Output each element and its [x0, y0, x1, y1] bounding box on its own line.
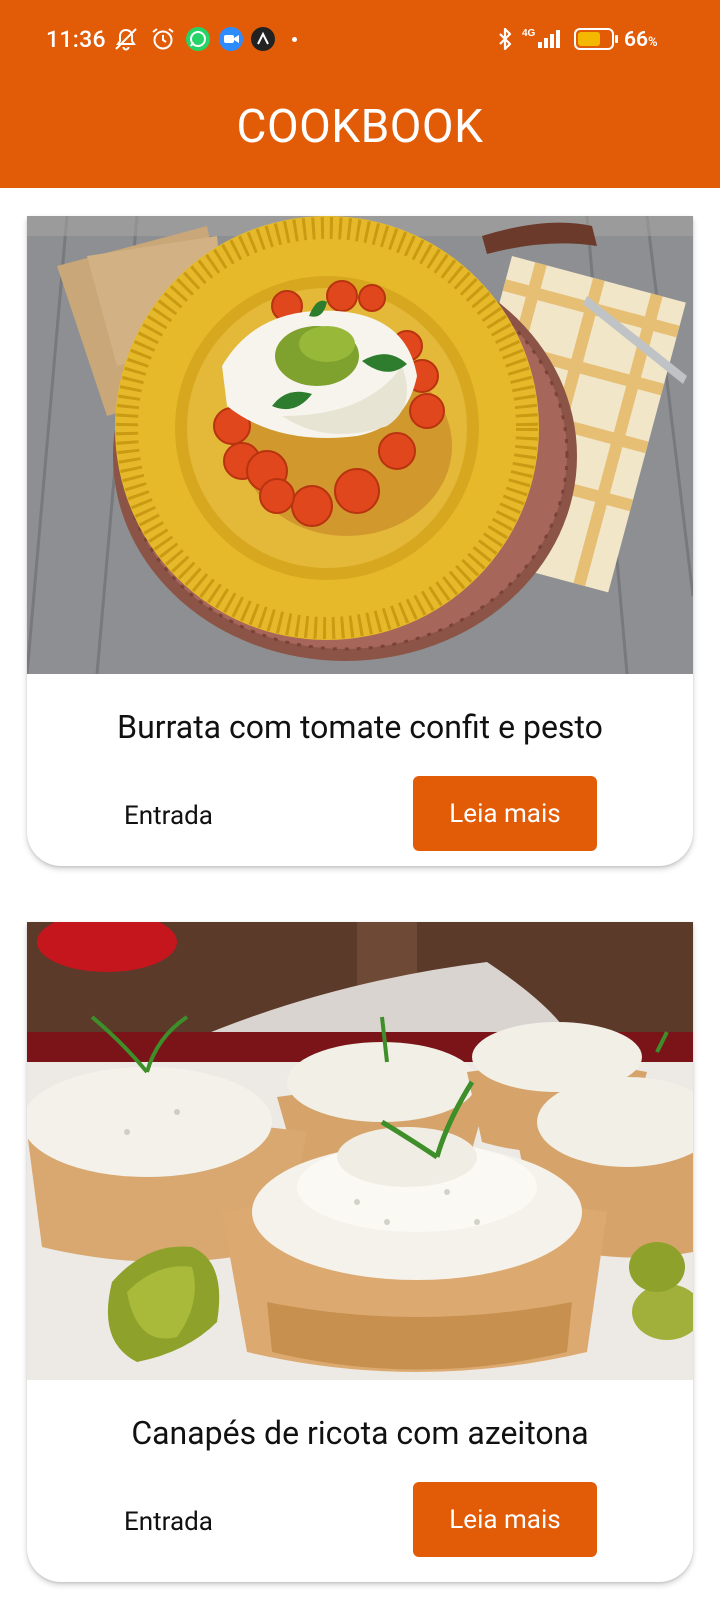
recipe-category: Entrada — [124, 1507, 213, 1537]
app-bar: COOKBOOK — [0, 80, 720, 188]
svg-text:4G: 4G — [522, 28, 536, 39]
video-call-icon — [219, 27, 243, 51]
whatsapp-icon — [186, 27, 210, 51]
recipe-image-canapes — [27, 922, 693, 1380]
bluetooth-icon — [499, 27, 512, 51]
recipe-title: Burrata com tomate confit e pesto — [117, 708, 603, 746]
recipe-card[interactable]: Burrata com tomate confit e pesto Entrad… — [27, 216, 693, 866]
read-more-button[interactable]: Leia mais — [413, 1482, 597, 1557]
read-more-button[interactable]: Leia mais — [413, 776, 597, 851]
app-notification-icon — [251, 27, 275, 51]
recipe-image-burrata — [27, 216, 693, 674]
battery-icon — [574, 28, 618, 50]
more-notifications-dot — [292, 37, 297, 42]
recipe-card[interactable]: Canapés de ricota com azeitona Entrada L… — [27, 922, 693, 1582]
page-title: COOKBOOK — [236, 100, 484, 154]
status-time: 11:36 — [46, 26, 106, 53]
recipe-category: Entrada — [124, 801, 213, 831]
battery-percentage: 66% — [624, 28, 658, 52]
recipe-title: Canapés de ricota com azeitona — [131, 1414, 589, 1452]
signal-icon: 4G — [522, 28, 560, 48]
alarm-icon — [152, 28, 174, 50]
status-bar: 11:36 4G 66% — [0, 0, 720, 80]
notifications-off-icon — [115, 28, 137, 51]
